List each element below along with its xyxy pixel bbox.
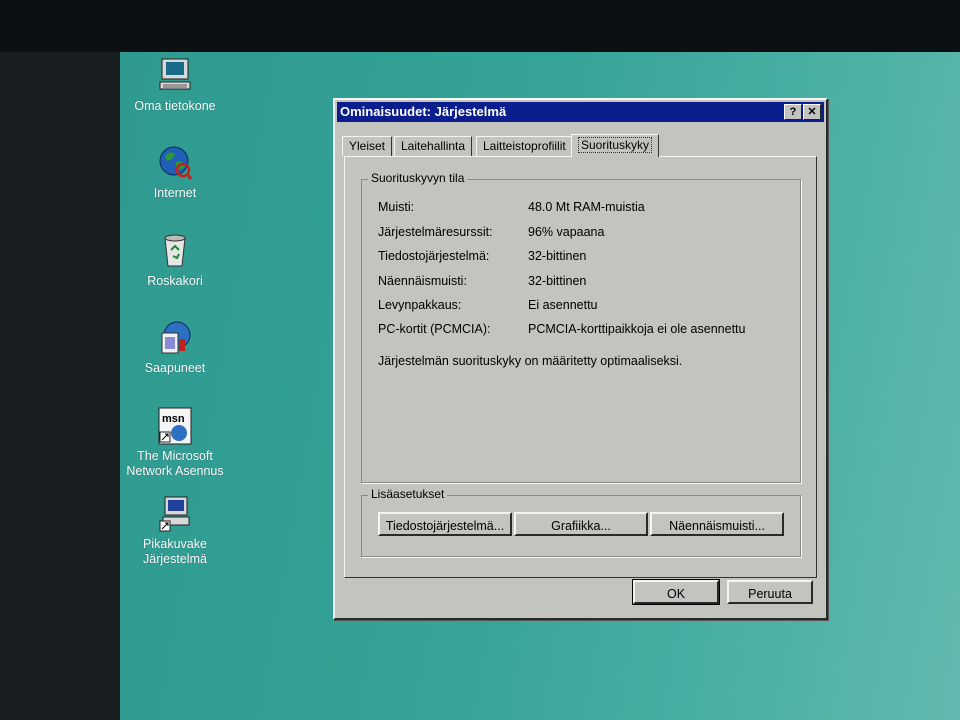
tab-hardware-profiles[interactable]: Laitteistoprofiilit [476, 136, 573, 156]
close-button[interactable]: ✕ [803, 104, 821, 120]
virtual-memory-button[interactable]: Näennäismuisti... [650, 512, 784, 536]
tab-label: Yleiset [349, 139, 386, 153]
cancel-button[interactable]: Peruuta [727, 580, 813, 604]
recycle-bin-icon [164, 234, 186, 267]
desktop-icon-label: Internet [153, 186, 197, 200]
tab-general[interactable]: Yleiset [342, 136, 393, 156]
tab-label: Laitteistoprofiilit [483, 139, 566, 153]
monitor-bezel-top [0, 0, 960, 52]
status-label: PC-kortit (PCMCIA): [378, 322, 491, 336]
performance-message: Järjestelmän suorituskyky on määritetty … [378, 354, 683, 368]
desktop-icon-label: The Microsoft Network Asennus [126, 449, 224, 478]
desktop-icon-msn-setup[interactable]: msn The Microsoft Network Asennus [115, 407, 235, 479]
system-shortcut-icon [159, 496, 190, 532]
performance-status-group: Suorituskyvyn tila Muisti: 48.0 Mt RAM-m… [361, 171, 801, 483]
desktop-icon-label: Oma tietokone [134, 99, 216, 113]
desktop-icon-label: Saapuneet [144, 361, 206, 375]
tab-device-manager[interactable]: Laitehallinta [394, 136, 473, 156]
status-value: 48.0 Mt RAM-muistia [528, 200, 645, 214]
tab-performance[interactable]: Suorituskyky [571, 134, 660, 157]
tab-label: Laitehallinta [401, 139, 466, 153]
internet-globe-icon [159, 146, 193, 180]
group-caption: Suorituskyvyn tila [368, 171, 468, 185]
desktop-icon-internet[interactable]: Internet [115, 144, 235, 201]
my-computer-icon [159, 58, 191, 90]
status-label: Näennäismuisti: [378, 274, 467, 288]
graphics-button[interactable]: Grafiikka... [514, 512, 648, 536]
desktop-icon-system-shortcut[interactable]: Pikakuvake Järjestelmä [115, 495, 235, 567]
performance-panel: Suorituskyvyn tila Muisti: 48.0 Mt RAM-m… [344, 156, 817, 578]
desktop-icon-inbox[interactable]: Saapuneet [115, 319, 235, 376]
help-button[interactable]: ? [784, 104, 802, 120]
advanced-settings-group: Lisäasetukset Tiedostojärjestelmä... Gra… [361, 487, 801, 557]
desktop-icon-label: Pikakuvake Järjestelmä [143, 537, 207, 566]
desktop-icon-my-computer[interactable]: Oma tietokone [115, 57, 235, 114]
file-system-button[interactable]: Tiedostojärjestelmä... [378, 512, 512, 536]
status-value: 32-bittinen [528, 274, 587, 288]
window-title: Ominaisuudet: Järjestelmä [340, 104, 507, 119]
status-value: Ei asennettu [528, 298, 598, 312]
monitor-bezel-left [0, 52, 120, 720]
group-caption: Lisäasetukset [368, 487, 448, 501]
tab-label: Suorituskyky [578, 137, 653, 153]
status-label: Muisti: [378, 200, 415, 214]
desktop-icon-label: Roskakori [147, 274, 203, 288]
status-value: PCMCIA-korttipaikkoja ei ole asennettu [528, 322, 746, 336]
status-label: Järjestelmäresurssit: [378, 225, 493, 239]
svg-text:msn: msn [162, 413, 185, 425]
status-label: Levynpakkaus: [378, 298, 462, 312]
title-bar[interactable]: Ominaisuudet: Järjestelmä ? ✕ [337, 102, 824, 122]
msn-setup-icon: msn [158, 407, 192, 445]
inbox-icon [161, 321, 191, 354]
status-label: Tiedostojärjestelmä: [378, 249, 490, 263]
desktop-icon-recycle-bin[interactable]: Roskakori [115, 232, 235, 289]
status-value: 32-bittinen [528, 249, 587, 263]
ok-button[interactable]: OK [632, 579, 720, 605]
system-properties-dialog: Ominaisuudet: Järjestelmä ? ✕ Yleiset La… [333, 98, 828, 620]
status-value: 96% vapaana [528, 225, 605, 239]
